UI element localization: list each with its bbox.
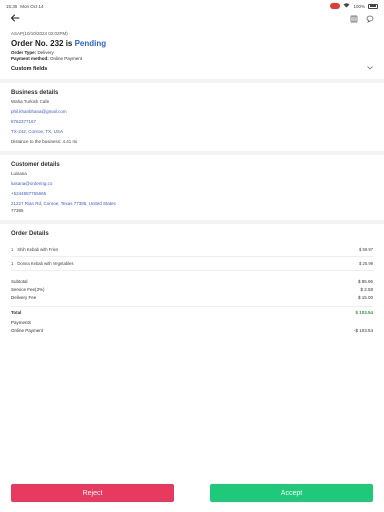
service-fee-value: $ 2.58 bbox=[360, 287, 373, 292]
customer-name: Luisana bbox=[11, 171, 27, 176]
order-items: 1 Shih Kebab with Fries $ 59.97 1 Donna Ke… bbox=[11, 243, 373, 271]
custom-fields-toggle[interactable]: Custom fields bbox=[11, 66, 373, 72]
total-value: $ 103.54 bbox=[355, 310, 373, 315]
chevron-down-icon bbox=[367, 66, 373, 72]
business-phone[interactable]: 8762377167 bbox=[11, 119, 373, 124]
list-item[interactable]: 1 Donna Kebab with Vegetables $ 25.99 bbox=[11, 257, 373, 271]
item-name-wrap: 1 Donna Kebab with Vegetables bbox=[11, 261, 73, 266]
order-details-heading: Order Details bbox=[11, 231, 49, 237]
business-distance: Distance to the business: 4.41 mi bbox=[11, 139, 78, 144]
customer-email[interactable]: luisana@ordering.co bbox=[11, 181, 373, 186]
wifi-icon bbox=[343, 3, 350, 9]
item-price: $ 25.99 bbox=[359, 261, 373, 266]
order-status: Pending bbox=[74, 39, 107, 48]
payment-method: Payment method: Online Payment bbox=[11, 56, 373, 61]
delivery-fee-row: Delivery Fee $ 15.00 bbox=[11, 295, 373, 300]
order-content: ASAP(10/10/2024 02:02PM) Order No. 232 i… bbox=[0, 31, 384, 333]
order-totals: Subtotal $ 85.96 Service Fee(3%) $ 2.58 … bbox=[11, 279, 373, 333]
battery-icon bbox=[368, 3, 378, 9]
item-price: $ 59.97 bbox=[359, 247, 373, 252]
subtotal-value: $ 85.96 bbox=[357, 279, 373, 284]
customer-heading: Customer details bbox=[11, 162, 60, 168]
service-fee-row: Service Fee(3%) $ 2.58 bbox=[11, 287, 373, 292]
item-name-wrap: 1 Shih Kebab with Fries bbox=[11, 247, 58, 252]
print-icon[interactable] bbox=[350, 15, 358, 23]
top-bar bbox=[0, 12, 384, 26]
customer-details: Customer details Luisana luisana@orderin… bbox=[11, 155, 373, 213]
business-heading: Business details bbox=[11, 90, 59, 96]
top-actions bbox=[350, 15, 374, 23]
list-item[interactable]: 1 Shih Kebab with Fries $ 59.97 bbox=[11, 243, 373, 257]
custom-fields-label: Custom fields bbox=[11, 66, 48, 72]
delivery-fee-label: Delivery Fee bbox=[11, 295, 37, 300]
order-type-label: Order Type: bbox=[11, 49, 37, 55]
service-fee-label: Service Fee(3%) bbox=[11, 287, 45, 292]
business-address[interactable]: TX-242, Conroe, TX, USA bbox=[11, 129, 373, 134]
item-qty: 1 bbox=[11, 261, 14, 266]
business-email[interactable]: phil.khanbhana@gmail.com bbox=[11, 109, 373, 114]
total-label: Total bbox=[11, 310, 22, 315]
back-arrow-icon[interactable] bbox=[10, 14, 20, 25]
status-bar: 15:35 Mon Oct 14 100% bbox=[0, 0, 384, 12]
battery-percent: 100% bbox=[353, 3, 365, 9]
status-date: Mon Oct 14 bbox=[20, 3, 44, 9]
order-schedule: ASAP(10/10/2024 02:02PM) bbox=[11, 31, 68, 36]
payment-method-label: Payment method: bbox=[11, 56, 49, 61]
business-details: Business details Waha Turkish Cafe phil.… bbox=[11, 83, 373, 144]
order-type-value: Delivery bbox=[37, 49, 54, 55]
order-title: Order No. 232 is Pending bbox=[11, 39, 373, 48]
status-left: 15:35 Mon Oct 14 bbox=[6, 4, 44, 9]
customer-phone[interactable]: +5244887765665 bbox=[11, 191, 373, 196]
accept-button[interactable]: Accept bbox=[210, 484, 373, 502]
order-actions: Reject Accept bbox=[11, 484, 373, 502]
online-payment-value: -$ 103.54 bbox=[353, 328, 373, 333]
subtotal-row: Subtotal $ 85.96 bbox=[11, 279, 373, 284]
order-details: Order Details 1 Shih Kebab with Fries $ 5… bbox=[11, 224, 373, 333]
online-payment-row: Online Payment -$ 103.54 bbox=[11, 328, 373, 333]
payments-label: Payments bbox=[11, 320, 32, 325]
reject-button[interactable]: Reject bbox=[11, 484, 174, 502]
customer-address[interactable]: 21227 Rian Rd, Conroe, Texas 77385, Unit… bbox=[11, 201, 373, 206]
delivery-fee-value: $ 15.00 bbox=[357, 295, 373, 300]
subtotal-label: Subtotal bbox=[11, 279, 28, 284]
business-name: Waha Turkish Cafe bbox=[11, 99, 50, 104]
customer-zip: 77385 bbox=[11, 208, 24, 213]
chat-icon[interactable] bbox=[366, 15, 374, 23]
item-name: Donna Kebab with Vegetables bbox=[17, 261, 74, 266]
item-qty: 1 bbox=[11, 247, 14, 252]
recording-indicator-icon bbox=[330, 3, 341, 9]
status-right: 100% bbox=[330, 3, 378, 9]
total-row: Total $ 103.54 bbox=[11, 306, 373, 315]
status-time: 15:35 bbox=[6, 3, 18, 9]
payment-method-value: Online Payment bbox=[50, 56, 83, 61]
item-name: Shih Kebab with Fries bbox=[17, 247, 59, 252]
online-payment-label: Online Payment bbox=[11, 328, 44, 333]
order-title-prefix: Order No. 232 is bbox=[11, 39, 75, 48]
order-type: Order Type: Delivery bbox=[11, 50, 373, 55]
